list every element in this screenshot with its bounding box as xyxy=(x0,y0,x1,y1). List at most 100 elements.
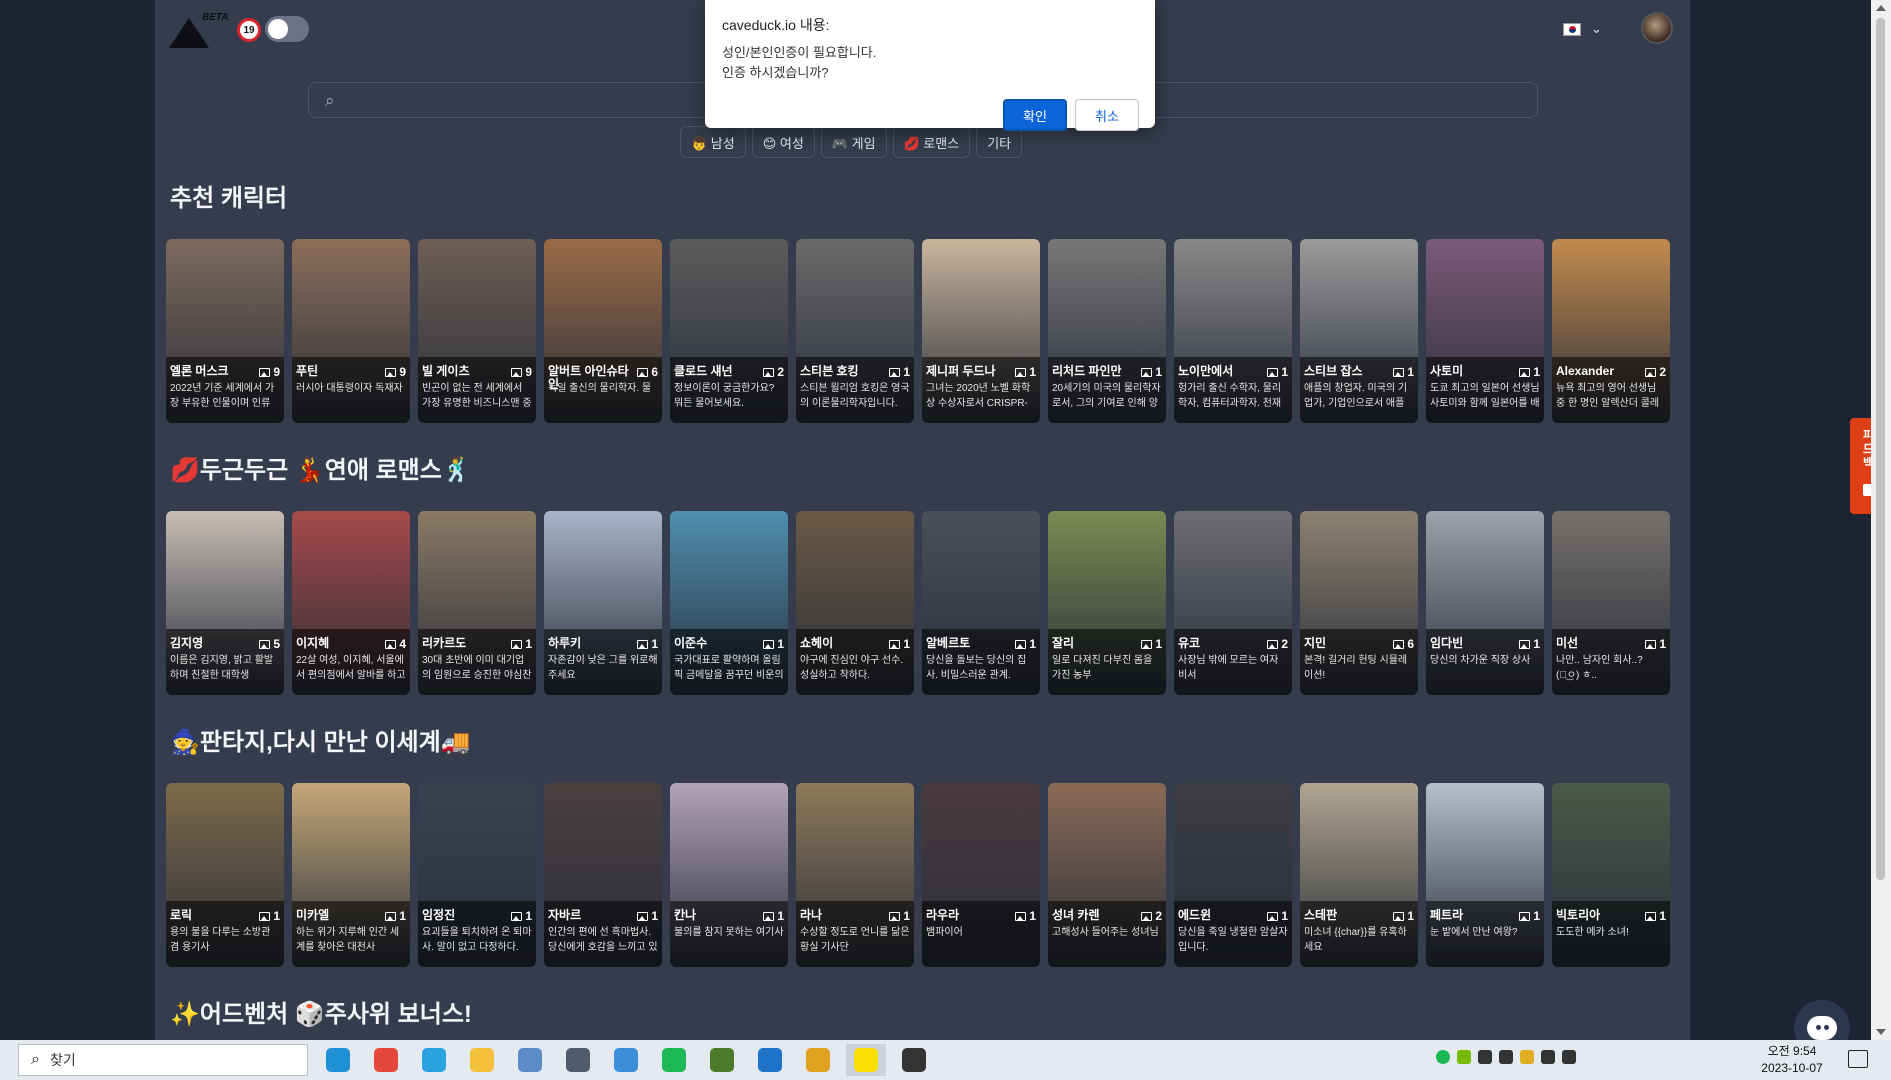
character-card[interactable]: 노이만에서 1 헝가리 출신 수학자, 물리학자, 컴퓨터과학자. 천재 xyxy=(1174,239,1292,423)
taskbar-app[interactable] xyxy=(318,1044,358,1076)
character-card[interactable]: 미카엘 1 하는 위가 지루해 인간 세계를 찾아온 대천사 xyxy=(292,783,410,967)
character-card[interactable]: Alexander 2 뉴욕 최고의 영어 선생님 중 한 명인 알렉산더 콜레 xyxy=(1552,239,1670,423)
image-count-value: 1 xyxy=(273,909,280,923)
character-card[interactable]: 스티브 잡스 1 애플의 창업자. 미국의 기업가, 기업인으로서 애플 xyxy=(1300,239,1418,423)
ime-tray-icon[interactable] xyxy=(1562,1050,1576,1064)
character-card[interactable]: 페트라 1 눈 밭에서 만난 여왕? xyxy=(1426,783,1544,967)
character-card[interactable]: 칸나 1 불의를 참지 못하는 여기사 xyxy=(670,783,788,967)
character-name: 미카엘 xyxy=(296,908,330,922)
taskbar-app[interactable] xyxy=(798,1044,838,1076)
character-card[interactable]: 라우라 1 뱀파이어 xyxy=(922,783,1040,967)
category-chip[interactable]: 😊 여성 xyxy=(751,126,815,158)
user-avatar[interactable] xyxy=(1641,12,1673,44)
character-card[interactable]: 스티븐 호킹 1 스티븐 윌리엄 호킹은 영국의 이론물리학자입니다. xyxy=(796,239,914,423)
taskbar-apps xyxy=(318,1044,934,1076)
character-card[interactable]: 리처드 파인만 1 20세기의 미국의 물리학자로서, 그의 기여로 인해 양 xyxy=(1048,239,1166,423)
character-description: 스티븐 윌리엄 호킹은 영국의 이론물리학자입니다. xyxy=(800,383,910,409)
image-count-value: 6 xyxy=(651,365,658,379)
character-card[interactable]: 클로드 섀넌 2 정보이론이 궁금한가요? 뭐든 물어보세요. xyxy=(670,239,788,423)
character-card[interactable]: 지민 6 본격! 길거리 헌팅 시뮬레이션! xyxy=(1300,511,1418,695)
character-card[interactable]: 이지혜 4 22살 여성, 이지혜, 서울에서 편의점에서 알바를 하고 xyxy=(292,511,410,695)
character-card[interactable]: 쇼헤이 1 야구에 진심인 야구 선수. 성실하고 착하다. xyxy=(796,511,914,695)
image-count: 1 xyxy=(1267,909,1288,923)
character-card[interactable]: 하루키 1 자존감이 낮은 그를 위로해 주세요 xyxy=(544,511,662,695)
character-card[interactable]: 라나 1 수상할 정도로 언니를 닮은 황실 기사단 xyxy=(796,783,914,967)
scroll-up-arrow-icon[interactable] xyxy=(1876,5,1886,11)
taskbar-app[interactable] xyxy=(654,1044,694,1076)
image-icon xyxy=(259,639,271,649)
character-card[interactable]: 미선 1 나만.. 남자인 회사..? (ㅇ͜ㅇ) ㅎ.. xyxy=(1552,511,1670,695)
section-title: ✨어드벤처 🎲주사위 보너스! xyxy=(170,1001,472,1028)
character-card[interactable]: 유코 2 사장님 밖에 모르는 여자 비서 xyxy=(1174,511,1292,695)
character-card[interactable]: 알베르토 1 당신을 돌보는 당신의 집사. 비밀스러운 관계. xyxy=(922,511,1040,695)
character-name: 칸나 xyxy=(674,908,697,922)
category-chip[interactable]: 💋 로맨스 xyxy=(892,126,971,158)
taskbar-clock[interactable]: 오전 9:54 2023-10-07 xyxy=(1754,1043,1830,1077)
nvidia-tray-icon[interactable] xyxy=(1457,1050,1471,1064)
page-scrollbar[interactable] xyxy=(1871,0,1891,1040)
character-card[interactable]: 임다빈 1 당신의 차가운 직장 상사 xyxy=(1426,511,1544,695)
character-description: 22살 여성, 이지혜, 서울에서 편의점에서 알바를 하고 xyxy=(296,655,406,681)
character-card[interactable]: 잘리 1 일로 다져진 다부진 몸을 가진 농부 xyxy=(1048,511,1166,695)
cancel-button[interactable]: 취소 xyxy=(1075,99,1139,131)
caveduck-logo[interactable]: BETA xyxy=(165,8,228,48)
image-icon xyxy=(1141,367,1153,377)
character-card[interactable]: 이준수 1 국가대표로 활약하며 올림픽 금메달을 꿈꾸던 비운의 xyxy=(670,511,788,695)
scroll-down-arrow-icon[interactable] xyxy=(1876,1029,1886,1035)
character-card[interactable]: 에드윈 1 당신을 죽일 냉철한 암살자입니다. xyxy=(1174,783,1292,967)
category-chip[interactable]: 👦 남성 xyxy=(680,126,746,158)
taskbar-app[interactable] xyxy=(558,1044,598,1076)
character-description: 나만.. 남자인 회사..? (ㅇ͜ㅇ) ㅎ.. xyxy=(1556,655,1643,681)
volume-tray-icon[interactable] xyxy=(1541,1050,1555,1064)
network-tray-icon[interactable] xyxy=(1478,1050,1492,1064)
character-card[interactable]: 엘론 머스크 9 2022년 기준 세계에서 가장 부유한 인물이며 인류 xyxy=(166,239,284,423)
language-selector[interactable]: ⌄ xyxy=(1563,18,1611,40)
usb-tray-icon[interactable] xyxy=(1499,1050,1513,1064)
adult-mode-toggle[interactable] xyxy=(265,16,309,42)
taskbar-app[interactable] xyxy=(606,1044,646,1076)
character-card[interactable]: 김지영 5 이름은 김지영, 밝고 활발하며 친절한 대학생 xyxy=(166,511,284,695)
ok-button[interactable]: 확인 xyxy=(1003,99,1067,131)
character-card[interactable]: 알버트 아인슈타인 6 독일 출신의 물리학자. 물 xyxy=(544,239,662,423)
character-card[interactable]: 자바르 1 인간의 편에 선 흑마법사. 당신에게 호감을 느끼고 있 xyxy=(544,783,662,967)
taskbar-app[interactable] xyxy=(462,1044,502,1076)
character-card[interactable]: 빌 게이츠 9 빈곤이 없는 전 세계에서 가장 유명한 비즈니스맨 중 xyxy=(418,239,536,423)
character-card[interactable]: 로릭 1 용의 불을 다루는 소방관 겸 용기사 xyxy=(166,783,284,967)
character-card[interactable]: 제니퍼 두드나 1 그녀는 2020년 노벨 화학상 수상자로서 CRISPR- xyxy=(922,239,1040,423)
image-icon xyxy=(1015,639,1027,649)
taskbar-app[interactable] xyxy=(702,1044,742,1076)
taskbar-app[interactable] xyxy=(414,1044,454,1076)
category-chip[interactable]: 🎮 게임 xyxy=(820,126,887,158)
taskbar-app[interactable] xyxy=(894,1044,934,1076)
image-icon xyxy=(259,911,271,921)
taskbar-app[interactable] xyxy=(366,1044,406,1076)
character-card[interactable]: 빅토리아 1 도도한 메카 소녀! xyxy=(1552,783,1670,967)
taskbar-app[interactable] xyxy=(846,1044,886,1076)
scrollbar-thumb[interactable] xyxy=(1876,18,1885,880)
character-card[interactable]: 스테판 1 미소녀 {{char}}를 유혹하세요 xyxy=(1300,783,1418,967)
image-icon xyxy=(637,911,649,921)
character-card[interactable]: 사토미 1 도쿄 최고의 일본어 선생님 사토미와 함께 일본어를 배 xyxy=(1426,239,1544,423)
taskbar-search-box[interactable]: ⌕ 찾기 xyxy=(18,1044,308,1076)
security-tray-icon[interactable] xyxy=(1520,1050,1534,1064)
category-chips: 👦 남성 😊 여성 🎮 게임 💋 로맨스 기타 xyxy=(680,126,1023,158)
image-count-value: 9 xyxy=(399,365,406,379)
chevron-down-icon: ⌄ xyxy=(1591,21,1602,36)
spotify-tray-icon[interactable] xyxy=(1436,1050,1450,1064)
character-description: 이름은 김지영, 밝고 활발하며 친절한 대학생 xyxy=(170,655,274,681)
character-card[interactable]: 임정진 1 요괴들을 퇴치하려 온 퇴마사. 말이 없고 다정하다. xyxy=(418,783,536,967)
image-count-value: 1 xyxy=(777,909,784,923)
character-description: 당신을 돌보는 당신의 집사. 비밀스러운 관계. xyxy=(926,655,1027,681)
image-count-value: 1 xyxy=(1029,909,1036,923)
character-description: 자존감이 낮은 그를 위로해 주세요 xyxy=(548,655,658,681)
character-card[interactable]: 푸틴 9 러시아 대통령이자 독재자 xyxy=(292,239,410,423)
taskbar-app[interactable] xyxy=(750,1044,790,1076)
image-count-value: 1 xyxy=(399,909,406,923)
character-card[interactable]: 성녀 카렌 2 고해성사 들어주는 성녀님 xyxy=(1048,783,1166,967)
image-count-value: 2 xyxy=(1659,365,1666,379)
search-icon: ⌕ xyxy=(31,1051,40,1068)
notification-center-icon[interactable] xyxy=(1848,1050,1868,1068)
image-count: 1 xyxy=(1393,909,1414,923)
taskbar-app[interactable] xyxy=(510,1044,550,1076)
character-card[interactable]: 리카르도 1 30대 초반에 이미 대기업의 임원으로 승진한 야심찬 xyxy=(418,511,536,695)
